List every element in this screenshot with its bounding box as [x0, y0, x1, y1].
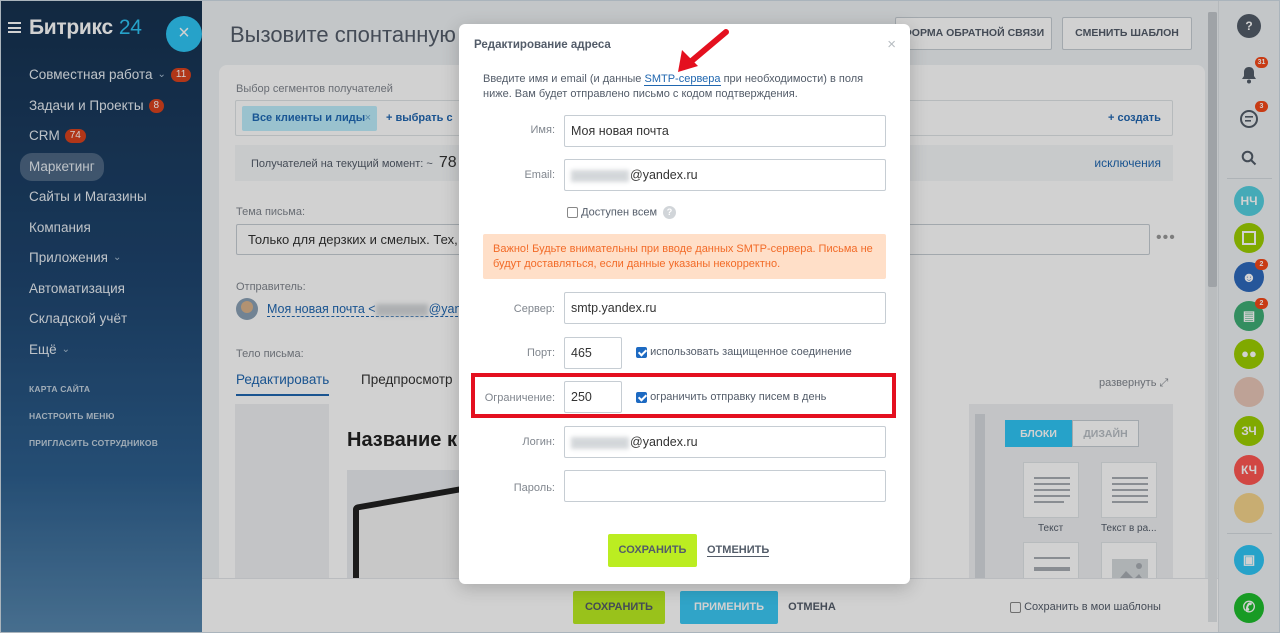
email-label: Email:: [524, 169, 555, 181]
password-input[interactable]: [564, 470, 886, 502]
red-arrow-icon: [678, 29, 729, 72]
public-checkbox[interactable]: [567, 207, 578, 218]
dialog-cancel-button[interactable]: ОТМЕНИТЬ: [707, 544, 770, 557]
smtp-link[interactable]: SMTP-сервера: [644, 73, 721, 86]
limit-highlight-box: [471, 373, 896, 418]
email-input[interactable]: @yandex.ru: [564, 159, 886, 191]
secure-checkbox[interactable]: [636, 346, 647, 358]
password-label: Пароль:: [513, 482, 555, 494]
close-icon[interactable]: ×: [887, 36, 896, 53]
smtp-warning: Важно! Будьте внимательны при вводе данн…: [483, 234, 886, 279]
server-label: Сервер:: [513, 303, 555, 315]
port-label: Порт:: [527, 347, 555, 359]
dialog-title: Редактирование адреса: [474, 39, 611, 51]
login-label: Логин:: [522, 436, 555, 448]
server-input[interactable]: smtp.yandex.ru: [564, 292, 886, 324]
secure-option[interactable]: использовать защищенное соединение: [636, 346, 852, 358]
login-input[interactable]: @yandex.ru: [564, 426, 886, 458]
public-option[interactable]: Доступен всем?: [567, 206, 677, 219]
port-input[interactable]: 465: [564, 337, 622, 369]
name-input[interactable]: Моя новая почта: [564, 115, 886, 147]
dialog-save-button[interactable]: СОХРАНИТЬ: [608, 534, 697, 567]
edit-address-dialog: Редактирование адреса × Введите имя и em…: [459, 24, 910, 584]
dialog-description: Введите имя и email (и данные SMTP-серве…: [483, 73, 864, 100]
help-icon[interactable]: ?: [663, 206, 677, 219]
name-label: Имя:: [530, 124, 555, 136]
